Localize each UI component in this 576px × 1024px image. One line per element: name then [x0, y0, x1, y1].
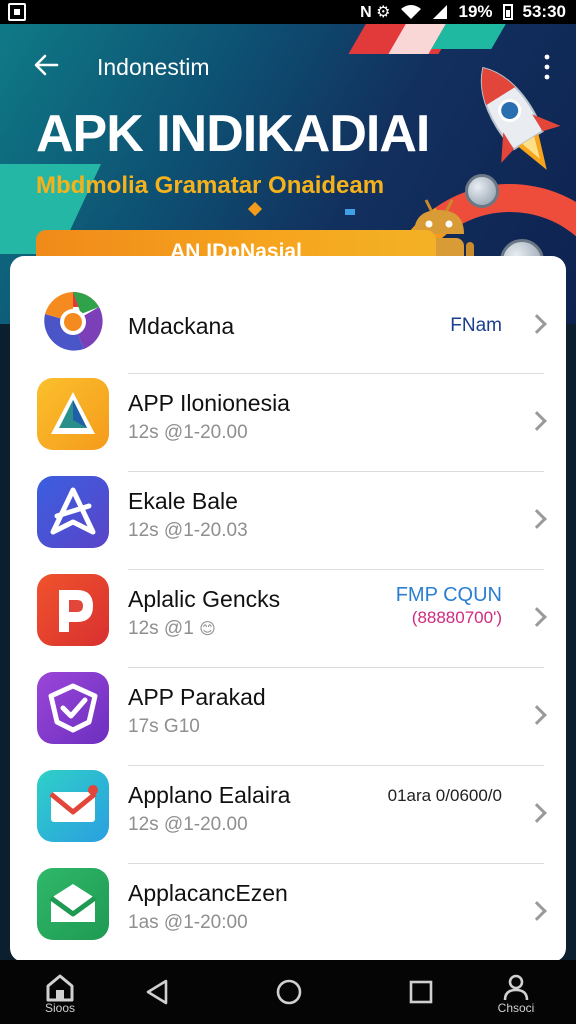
chrome-like-icon — [37, 286, 109, 358]
nav-home-circle[interactable] — [272, 960, 306, 1024]
nav-home-label: Sioos — [44, 1001, 76, 1015]
signal-icon — [433, 5, 448, 19]
app-meta: 1as @1-20:00 — [128, 912, 248, 933]
list-item[interactable]: Mdackana FNam — [10, 276, 566, 374]
battery-percent: 19% — [458, 2, 493, 21]
app-name: APP Parakad — [128, 684, 266, 710]
app-name: ApplacancEzen — [128, 880, 288, 906]
banner-headline: APK INDIKADIAI — [36, 105, 430, 163]
decor-dot — [345, 209, 355, 215]
status-bar: N ⚙ 19% 53:30 — [0, 0, 576, 24]
list-item[interactable]: Ekale Bale 12s @1-20.03 — [10, 472, 566, 570]
nav-profile[interactable]: Chsoci — [498, 960, 534, 1024]
chevron-right-icon — [527, 509, 547, 529]
list-item[interactable]: Applano Ealaira 12s @1-20.00 01ara 0/060… — [10, 766, 566, 864]
square-recents-icon — [409, 980, 433, 1004]
arrow-left-icon — [34, 54, 59, 76]
emoji-face-icon: 😊 — [199, 621, 216, 638]
rocket-icon — [480, 66, 561, 170]
wifi-icon — [401, 5, 422, 19]
app-name: APP Ilonionesia — [128, 390, 290, 416]
page-title: Indonestim — [97, 54, 210, 80]
person-icon — [503, 974, 529, 1001]
nav-home[interactable]: Sioos — [42, 960, 78, 1024]
notification-icon — [8, 3, 26, 21]
app-list: Mdackana FNam APP Ilonionesia 12s @1-20.… — [10, 256, 566, 962]
check-shield-app-icon — [37, 672, 109, 744]
arrow-app-icon — [37, 476, 109, 548]
triangle-app-icon — [37, 378, 109, 450]
chevron-right-icon — [527, 314, 547, 334]
app-meta: 12s @1-20.00 — [128, 422, 248, 443]
app-name: Mdackana — [128, 313, 235, 339]
chevron-right-icon — [527, 607, 547, 627]
status-glyphs: N ⚙ — [360, 4, 391, 21]
app-tag: FMP CQUN — [395, 584, 502, 606]
chevron-right-icon — [527, 803, 547, 823]
app-name: Applano Ealaira — [128, 782, 291, 808]
chevron-right-icon — [527, 901, 547, 921]
envelope-green-app-icon — [37, 868, 109, 940]
app-tag: 01ara 0/0600/0 — [387, 786, 502, 805]
more-vert-icon — [544, 54, 550, 80]
decor-dot — [247, 201, 263, 217]
app-meta: 12s @1-20.03 — [128, 520, 248, 541]
app-name: Ekale Bale — [128, 488, 238, 514]
banner-subheadline: Mbdmolia Gramatar Onaideam — [36, 172, 385, 199]
circle-home-icon — [276, 979, 302, 1005]
app-meta-text: 12s @1 — [128, 618, 194, 639]
status-right: N ⚙ 19% 53:30 — [360, 0, 566, 24]
nav-recents[interactable] — [404, 960, 438, 1024]
home-icon — [46, 974, 74, 1002]
nav-back[interactable] — [140, 960, 174, 1024]
list-item[interactable]: APP Ilonionesia 12s @1-20.00 — [10, 374, 566, 472]
app-meta: 12s @1-20.00 — [128, 814, 248, 835]
decor-stripe — [431, 24, 509, 49]
battery-icon — [502, 4, 513, 20]
p-letter-app-icon — [37, 574, 109, 646]
app-tag: FNam — [450, 315, 502, 336]
clock: 53:30 — [522, 2, 566, 21]
nav-profile-label: Chsoci — [497, 1001, 535, 1015]
mail-app-icon — [37, 770, 109, 842]
app-meta: 17s G10 — [128, 716, 200, 737]
bottom-nav: Sioos Chsoci — [0, 960, 576, 1024]
list-item[interactable]: Aplalic Gencks 12s @1 😊 FMP CQUN (888807… — [10, 570, 566, 668]
app-name: Aplalic Gencks — [128, 586, 281, 612]
app-meta: 12s @1 😊 — [128, 618, 216, 640]
chevron-right-icon — [527, 705, 547, 725]
chevron-right-icon — [527, 411, 547, 431]
list-item[interactable]: ApplacancEzen 1as @1-20:00 — [10, 864, 566, 962]
app-tag-secondary: (88880700') — [411, 608, 502, 627]
list-item[interactable]: APP Parakad 17s G10 — [10, 668, 566, 766]
back-button[interactable] — [30, 52, 62, 84]
back-triangle-icon — [146, 979, 168, 1005]
